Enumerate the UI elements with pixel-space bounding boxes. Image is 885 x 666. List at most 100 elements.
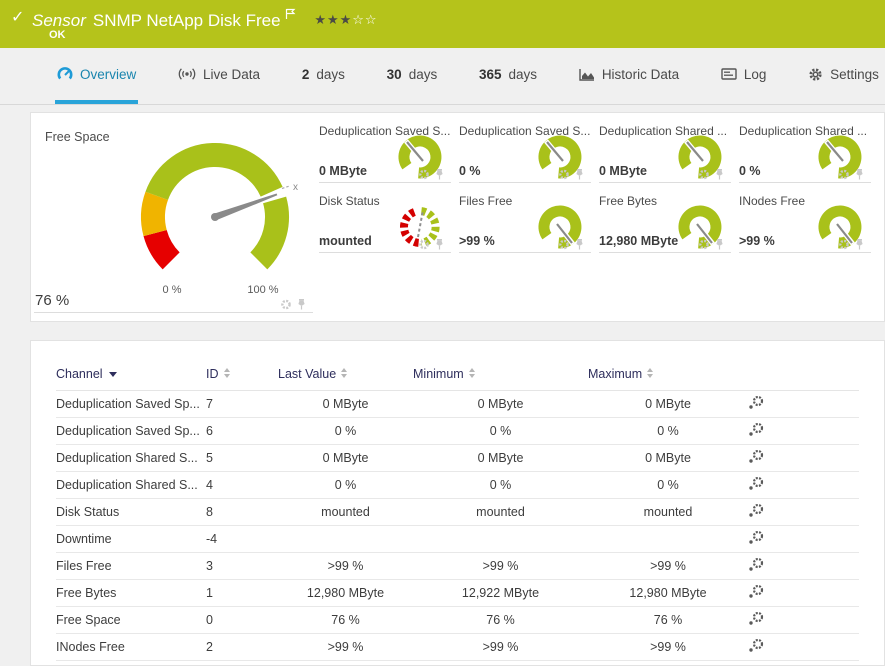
primary-gauge-value: 76 % (35, 292, 69, 309)
channel-last-value: >99 % (278, 553, 413, 580)
channel-name[interactable]: Deduplication Shared S... (56, 472, 206, 499)
channel-settings-icon[interactable] (748, 531, 764, 545)
pin-icon[interactable] (434, 239, 445, 250)
tab-365-days[interactable]: 365 days (477, 48, 539, 104)
table-row[interactable]: INodes Free 2 >99 % >99 % >99 % (56, 634, 859, 661)
table-row[interactable]: Downtime -4 (56, 526, 859, 553)
channel-settings-icon[interactable] (748, 423, 764, 437)
channel-name[interactable]: Deduplication Shared S... (56, 445, 206, 472)
channel-settings-icon[interactable] (748, 477, 764, 491)
gauge-tile[interactable]: Deduplication Saved S... 0 MByte (319, 123, 451, 183)
stars-empty[interactable]: ☆☆ (352, 12, 377, 27)
tab-settings[interactable]: Settings (806, 48, 881, 104)
table-row[interactable]: Deduplication Shared S... 4 0 % 0 % 0 % (56, 472, 859, 499)
channel-gear-icon[interactable] (558, 239, 570, 250)
channel-name[interactable]: INodes Free (56, 634, 206, 661)
channel-settings-icon[interactable] (748, 396, 764, 410)
pin-icon[interactable] (854, 239, 865, 250)
table-row[interactable]: Deduplication Saved Sp... 6 0 % 0 % 0 % (56, 418, 859, 445)
channel-name[interactable]: Deduplication Saved Sp... (56, 391, 206, 418)
channel-name[interactable]: Files Free (56, 553, 206, 580)
gauge-tile-value: 0 % (459, 164, 481, 178)
primary-gauge-tile[interactable]: Free Space x 0 % 100 % 76 % (34, 123, 313, 313)
pin-icon[interactable] (574, 169, 585, 180)
gauge-tile[interactable]: Free Bytes 12,980 MByte (599, 193, 731, 253)
historic-chart-icon (579, 68, 595, 81)
channel-gear-icon[interactable] (558, 169, 570, 180)
table-row[interactable]: Disk Status 8 mounted mounted mounted (56, 499, 859, 526)
tab-live-data[interactable]: Live Data (176, 48, 262, 104)
object-kind-label: Sensor (32, 11, 86, 30)
channel-settings-icon[interactable] (748, 504, 764, 518)
tab-2-days[interactable]: 2 days (300, 48, 347, 104)
channel-settings-icon[interactable] (748, 639, 764, 653)
channel-gear-icon[interactable] (838, 169, 850, 180)
gauge-tile[interactable]: Deduplication Shared ... 0 % (739, 123, 871, 183)
column-header-last-value[interactable]: Last Value (278, 367, 413, 391)
table-row[interactable]: Free Space 0 76 % 76 % 76 % (56, 607, 859, 634)
tab-30-days[interactable]: 30 days (385, 48, 440, 104)
gauge-tile[interactable]: Files Free >99 % (459, 193, 591, 253)
channel-id: 4 (206, 472, 278, 499)
table-row[interactable]: Free Bytes 1 12,980 MByte 12,922 MByte 1… (56, 580, 859, 607)
table-row[interactable]: Files Free 3 >99 % >99 % >99 % (56, 553, 859, 580)
channel-name[interactable]: Downtime (56, 526, 206, 553)
gauge-tile[interactable]: INodes Free >99 % (739, 193, 871, 253)
column-header-minimum[interactable]: Minimum (413, 367, 588, 391)
pin-icon[interactable] (714, 239, 725, 250)
channel-name[interactable]: Free Space (56, 607, 206, 634)
channel-name[interactable]: Disk Status (56, 499, 206, 526)
channel-gear-icon[interactable] (280, 299, 292, 310)
channel-last-value: 0 % (278, 472, 413, 499)
channel-maximum: >99 % (588, 553, 748, 580)
pin-icon[interactable] (574, 239, 585, 250)
table-row[interactable]: Deduplication Shared S... 5 0 MByte 0 MB… (56, 445, 859, 472)
pin-icon[interactable] (434, 169, 445, 180)
gauge-icon (57, 66, 73, 82)
gauge-tile[interactable]: Disk Status mounted (319, 193, 451, 253)
sensor-title-line: SensorSNMP NetApp Disk Free ★★★☆☆ (32, 5, 378, 31)
channel-gear-icon[interactable] (838, 239, 850, 250)
tab-log[interactable]: Log (719, 48, 769, 104)
tab-overview[interactable]: Overview (55, 48, 138, 104)
channel-maximum: mounted (588, 499, 748, 526)
channel-settings-icon[interactable] (748, 450, 764, 464)
pin-icon[interactable] (854, 169, 865, 180)
channel-maximum: >99 % (588, 634, 748, 661)
channel-id: 1 (206, 580, 278, 607)
channel-settings-icon[interactable] (748, 558, 764, 572)
channel-last-value: 76 % (278, 607, 413, 634)
stars-filled[interactable]: ★★★ (314, 12, 352, 27)
gauge-tile-grid: Deduplication Saved S... 0 MByte Dedupli… (319, 123, 879, 253)
tab-historic-data[interactable]: Historic Data (577, 48, 681, 104)
column-header-id[interactable]: ID (206, 367, 278, 391)
channel-gear-icon[interactable] (698, 169, 710, 180)
channel-last-value: mounted (278, 499, 413, 526)
status-badge: OK (49, 29, 66, 41)
gauge-min-label: 0 % (163, 284, 182, 296)
channel-gear-icon[interactable] (418, 239, 430, 250)
channel-name[interactable]: Deduplication Saved Sp... (56, 418, 206, 445)
pin-icon[interactable] (296, 299, 307, 310)
priority-stars[interactable]: ★★★☆☆ (314, 12, 377, 27)
tab-bar: Overview Live Data 2 days 30 days 365 da… (0, 48, 885, 105)
channel-gear-icon[interactable] (698, 239, 710, 250)
gauge-tile[interactable]: Deduplication Shared ... 0 MByte (599, 123, 731, 183)
pin-icon[interactable] (714, 169, 725, 180)
channel-settings-icon[interactable] (748, 612, 764, 626)
flag-icon[interactable] (285, 5, 296, 25)
sort-icon (341, 368, 347, 378)
gauge-max-label: 100 % (247, 284, 278, 296)
column-header-maximum[interactable]: Maximum (588, 367, 748, 391)
channel-minimum: 76 % (413, 607, 588, 634)
column-header-channel[interactable]: Channel (56, 367, 206, 391)
channel-id: 3 (206, 553, 278, 580)
channel-name[interactable]: Free Bytes (56, 580, 206, 607)
gauge-tile-value: mounted (319, 234, 372, 248)
channel-settings-icon[interactable] (748, 585, 764, 599)
table-row[interactable]: Deduplication Saved Sp... 7 0 MByte 0 MB… (56, 391, 859, 418)
channel-gear-icon[interactable] (418, 169, 430, 180)
channel-table-panel: Channel ID Last Value Minimum Maximum De… (30, 340, 885, 666)
channel-minimum (413, 526, 588, 553)
gauge-tile[interactable]: Deduplication Saved S... 0 % (459, 123, 591, 183)
